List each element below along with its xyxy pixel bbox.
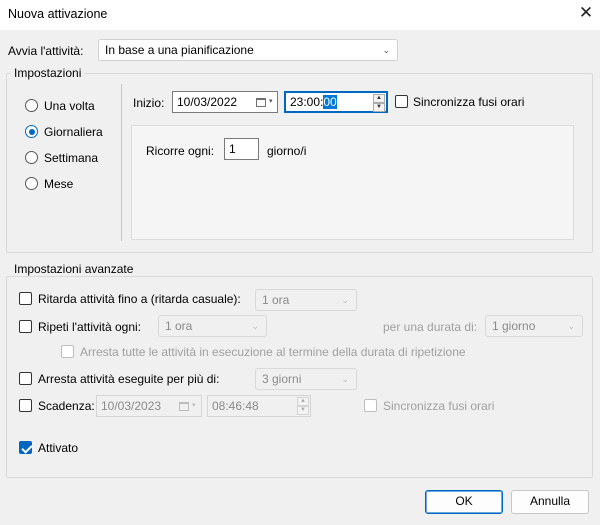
ok-button[interactable]: OK bbox=[425, 490, 503, 514]
chevron-down-icon: ▾ bbox=[269, 98, 273, 105]
start-date-value: 10/03/2022 bbox=[177, 95, 238, 109]
delay-dropdown[interactable]: 1 ora ⌄ bbox=[255, 289, 357, 311]
radio-once-label: Una volta bbox=[44, 99, 95, 113]
radio-once[interactable] bbox=[25, 99, 38, 112]
stop-all-label: Arresta tutte le attività in esecuzione … bbox=[80, 345, 466, 359]
duration-label: per una durata di: bbox=[383, 320, 478, 334]
repeat-label: Ripeti l'attività ogni: bbox=[38, 320, 142, 334]
sync-tz-label: Sincronizza fusi orari bbox=[413, 95, 525, 109]
calendar-icon bbox=[179, 402, 189, 411]
stop-longer-checkbox[interactable] bbox=[19, 372, 32, 385]
radio-weekly-label: Settimana bbox=[44, 151, 99, 165]
chevron-down-icon: ▾ bbox=[192, 402, 196, 409]
start-label: Inizio: bbox=[133, 96, 165, 110]
chevron-down-icon: ⌄ bbox=[567, 321, 575, 331]
recurrence-panel bbox=[131, 125, 574, 240]
window-title: Nuova attivazione bbox=[8, 7, 108, 21]
start-time-selected: 00 bbox=[323, 95, 337, 109]
expire-time-value: 08:46:48 bbox=[212, 399, 259, 413]
chevron-down-icon: ⌄ bbox=[341, 295, 349, 305]
recur-unit: giorno/i bbox=[267, 144, 307, 158]
expire-date-picker[interactable]: 10/03/2023 ▾ bbox=[96, 395, 202, 417]
radio-monthly[interactable] bbox=[25, 177, 38, 190]
time-up-icon[interactable]: ▲ bbox=[297, 397, 309, 406]
time-down-icon[interactable]: ▼ bbox=[373, 103, 385, 112]
start-task-label: Avvia l'attività: bbox=[8, 44, 84, 58]
repeat-checkbox[interactable] bbox=[19, 320, 32, 333]
delay-checkbox[interactable] bbox=[19, 292, 32, 305]
duration-dropdown[interactable]: 1 giorno ⌄ bbox=[485, 315, 583, 337]
chevron-down-icon: ⌄ bbox=[341, 374, 349, 384]
delay-label: Ritarda attività fino a (ritarda casuale… bbox=[38, 292, 241, 306]
delay-value: 1 ora bbox=[262, 293, 290, 307]
stop-all-checkbox[interactable] bbox=[61, 345, 74, 358]
enabled-label: Attivato bbox=[38, 441, 79, 455]
stop-longer-dropdown[interactable]: 3 giorni ⌄ bbox=[255, 368, 357, 390]
radio-daily-label: Giornaliera bbox=[44, 125, 103, 139]
start-time-input[interactable]: 23:00:00 ▲ ▼ bbox=[284, 91, 388, 113]
stop-longer-label: Arresta attività eseguite per più di: bbox=[38, 372, 220, 386]
close-icon[interactable]: ✕ bbox=[576, 3, 596, 23]
settings-group-title: Impostazioni bbox=[11, 66, 85, 80]
enabled-checkbox[interactable] bbox=[19, 441, 32, 454]
cancel-button[interactable]: Annulla bbox=[511, 490, 589, 514]
expire-checkbox[interactable] bbox=[19, 399, 32, 412]
chevron-down-icon: ⌄ bbox=[251, 321, 259, 331]
expire-sync-tz-label: Sincronizza fusi orari bbox=[383, 399, 495, 413]
start-time-prefix: 23:00: bbox=[290, 95, 324, 109]
duration-value: 1 giorno bbox=[492, 319, 536, 333]
repeat-dropdown[interactable]: 1 ora ⌄ bbox=[158, 315, 267, 337]
repeat-value: 1 ora bbox=[165, 319, 193, 333]
sync-tz-checkbox[interactable] bbox=[395, 95, 408, 108]
recur-input[interactable]: 1 bbox=[224, 138, 259, 160]
stop-longer-value: 3 giorni bbox=[262, 372, 302, 386]
settings-divider bbox=[121, 84, 122, 241]
expire-date-value: 10/03/2023 bbox=[101, 399, 162, 413]
expire-label: Scadenza: bbox=[38, 399, 95, 413]
start-task-value: In base a una pianificazione bbox=[105, 43, 254, 57]
calendar-icon bbox=[256, 98, 266, 107]
radio-monthly-label: Mese bbox=[44, 177, 74, 191]
expire-sync-tz-checkbox[interactable] bbox=[364, 399, 377, 412]
recur-value: 1 bbox=[229, 142, 236, 156]
chevron-down-icon: ⌄ bbox=[382, 45, 390, 55]
time-down-icon[interactable]: ▼ bbox=[297, 406, 309, 415]
radio-daily[interactable] bbox=[25, 125, 38, 138]
expire-time-input[interactable]: 08:46:48 ▲ ▼ bbox=[207, 395, 311, 417]
start-task-dropdown[interactable]: In base a una pianificazione ⌄ bbox=[98, 39, 398, 61]
advanced-group-title: Impostazioni avanzate bbox=[11, 262, 137, 276]
radio-weekly[interactable] bbox=[25, 151, 38, 164]
start-date-picker[interactable]: 10/03/2022 ▾ bbox=[172, 91, 278, 113]
recur-label: Ricorre ogni: bbox=[146, 144, 215, 158]
time-up-icon[interactable]: ▲ bbox=[373, 94, 385, 103]
